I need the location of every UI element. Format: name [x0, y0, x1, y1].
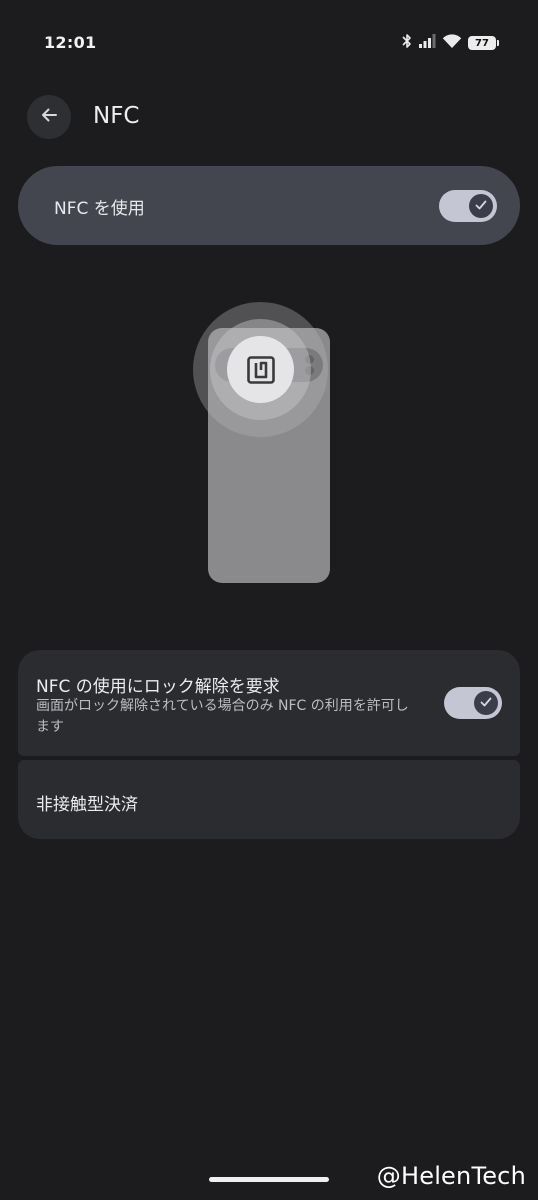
require-unlock-summary: 画面がロック解除されている場合のみ NFC の利用を許可します: [36, 698, 409, 735]
signal-icon: [418, 33, 436, 53]
page-title: NFC: [93, 103, 140, 129]
wifi-icon: [442, 33, 462, 53]
use-nfc-switch[interactable]: [439, 190, 497, 222]
require-unlock-title: NFC の使用にロック解除を要求: [36, 677, 280, 697]
status-bar: 12:01 77: [0, 0, 538, 86]
require-unlock-switch[interactable]: [444, 687, 502, 719]
nfc-phone-illustration: [190, 300, 340, 590]
switch-thumb: [469, 194, 493, 218]
bluetooth-icon: [402, 33, 412, 53]
check-icon: [474, 197, 488, 216]
contactless-payment-setting[interactable]: 非接触型決済: [18, 760, 520, 839]
gesture-nav-handle[interactable]: [209, 1177, 329, 1182]
back-button[interactable]: [27, 95, 71, 139]
use-nfc-label: NFC を使用: [54, 199, 145, 219]
battery-level: 77: [475, 37, 489, 49]
arrow-back-icon: [39, 105, 59, 129]
status-icons: 77: [402, 33, 499, 53]
battery-icon: 77: [468, 36, 499, 50]
status-time: 12:01: [44, 33, 97, 52]
switch-thumb: [474, 691, 498, 715]
require-unlock-setting[interactable]: NFC の使用にロック解除を要求 画面がロック解除されている場合のみ NFC の…: [18, 650, 520, 756]
check-icon: [479, 694, 493, 713]
watermark: @HelenTech: [376, 1162, 526, 1190]
nfc-icon: [227, 336, 294, 403]
contactless-payment-title: 非接触型決済: [36, 795, 138, 815]
use-nfc-toggle-card[interactable]: NFC を使用: [18, 166, 520, 245]
